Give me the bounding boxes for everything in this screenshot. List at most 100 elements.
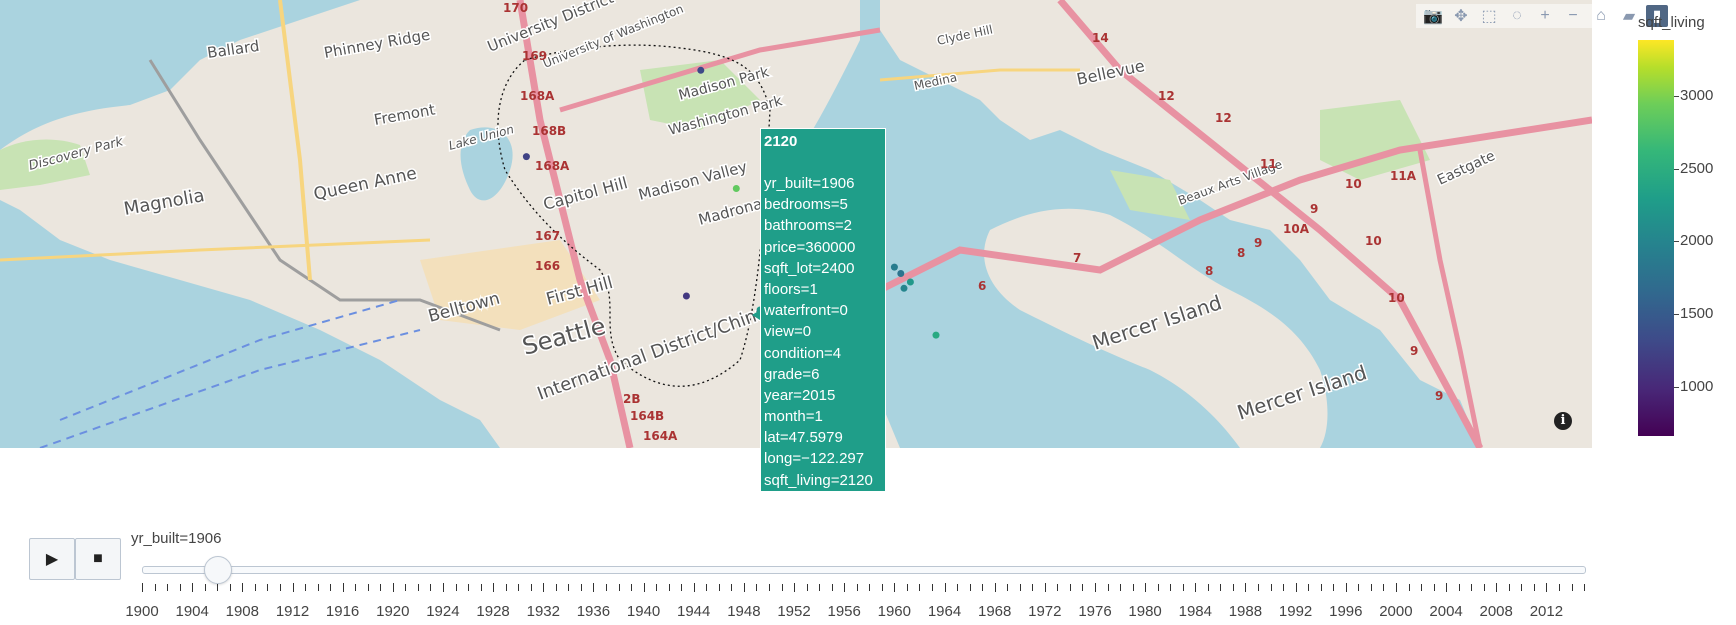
lasso-select-icon[interactable]: ◌	[1506, 5, 1528, 27]
slider-tick	[254, 584, 256, 591]
slider-tick	[668, 584, 670, 591]
house-marker[interactable]	[682, 292, 690, 300]
slider-tick-label[interactable]: 1956	[828, 603, 861, 620]
slider-tick-label[interactable]: 1932	[527, 603, 560, 620]
slider-tick	[480, 584, 482, 591]
slider-tick	[1107, 584, 1109, 591]
tooltip-line: bathrooms=2	[764, 217, 852, 235]
zoom-in-icon[interactable]: +	[1534, 5, 1556, 27]
slider-tick-label[interactable]: 1908	[226, 603, 259, 620]
hover-toggle-icon[interactable]: ▰	[1618, 5, 1640, 27]
slider-tick	[317, 584, 319, 591]
slider-tick-label[interactable]: 1980	[1128, 603, 1161, 620]
slider-tick-label[interactable]: 1964	[928, 603, 961, 620]
slider-tick	[142, 583, 143, 592]
slider-tick-label[interactable]: 1940	[627, 603, 660, 620]
tooltip-line: yr_built=1906	[764, 175, 855, 192]
house-marker[interactable]	[890, 263, 898, 271]
slider-tick	[279, 584, 281, 591]
road-label: 168A	[535, 159, 570, 173]
house-marker[interactable]	[697, 66, 705, 74]
slider-tick-label[interactable]: 1928	[476, 603, 509, 620]
slider-tick	[881, 584, 883, 591]
slider-tick	[380, 584, 382, 591]
slider-tick	[204, 584, 206, 591]
colorbar-tick: 1000	[1673, 378, 1714, 395]
slider-tick	[1345, 583, 1347, 592]
road-label: 168A	[520, 89, 555, 103]
slider-tick	[957, 584, 958, 591]
box-select-icon[interactable]: ⬚	[1478, 5, 1500, 27]
tooltip-line: sqft_living=2120	[764, 471, 873, 489]
road-label: 170	[503, 1, 528, 15]
tooltip-line: price=360000	[764, 238, 856, 256]
stop-button[interactable]: ■	[75, 538, 121, 580]
slider-tick-label[interactable]: 1952	[777, 603, 810, 620]
slider-tick	[568, 584, 570, 591]
slider-tick-label[interactable]: 1924	[426, 603, 459, 620]
house-marker[interactable]	[897, 270, 905, 277]
slider-tick	[631, 584, 632, 591]
slider-tick	[1320, 584, 1322, 591]
house-marker[interactable]	[906, 278, 914, 286]
road-label: 168B	[532, 124, 566, 138]
slider-tick	[1132, 584, 1134, 591]
slider-tick	[292, 583, 294, 592]
slider-tick-label[interactable]: 1920	[376, 603, 409, 620]
tooltip-line: lat=47.5979	[764, 429, 843, 447]
slider-tick	[906, 584, 908, 591]
slider-tick-label[interactable]: 1936	[577, 603, 610, 620]
colorbar-tick: 3000	[1673, 87, 1714, 104]
slider-tick-label[interactable]: 2012	[1530, 603, 1563, 620]
camera-icon[interactable]: 📷	[1422, 5, 1444, 27]
slider-tick-label[interactable]: 1988	[1229, 603, 1262, 620]
slider-tick-label[interactable]: 1968	[978, 603, 1011, 620]
slider-tick	[493, 583, 495, 592]
slider-tick	[543, 583, 545, 592]
slider-tick-label[interactable]: 1996	[1329, 603, 1362, 620]
road-label: 9	[1410, 344, 1418, 358]
slider-tick-label[interactable]: 1972	[1028, 603, 1061, 620]
slider-tick	[605, 584, 607, 591]
slider-tick-label[interactable]: 1948	[727, 603, 760, 620]
slider-tick	[1584, 584, 1585, 591]
slider-tick	[455, 584, 457, 591]
slider-tick-label[interactable]: 1976	[1078, 603, 1111, 620]
attribution-info-icon[interactable]: i	[1554, 412, 1572, 430]
slider-tick-label[interactable]: 2004	[1429, 603, 1462, 620]
house-marker[interactable]	[732, 185, 740, 192]
slider-tick-label[interactable]: 1944	[677, 603, 710, 620]
pan-icon[interactable]: ✥	[1450, 5, 1472, 27]
slider-tick-label[interactable]: 1900	[125, 603, 158, 620]
slider-tick	[1571, 584, 1573, 591]
zoom-out-icon[interactable]: −	[1562, 5, 1584, 27]
slider-tick-label[interactable]: 1904	[176, 603, 209, 620]
slider-tick-label[interactable]: 2008	[1480, 603, 1513, 620]
play-button[interactable]: ▶	[29, 538, 75, 580]
slider-tick-label[interactable]: 1912	[276, 603, 309, 620]
tooltip-line: month=1	[764, 408, 823, 426]
colorbar-title: sqft_living	[1638, 14, 1705, 31]
slider-tick-label[interactable]: 1984	[1179, 603, 1212, 620]
slider-tick	[1333, 584, 1335, 591]
slider-tick	[580, 584, 582, 591]
road-label: 6	[978, 279, 986, 293]
slider-tick-label[interactable]: 1992	[1279, 603, 1312, 620]
slider-tick	[154, 584, 156, 591]
home-icon[interactable]: ⌂	[1590, 5, 1612, 27]
house-marker[interactable]	[932, 331, 940, 339]
slider-tick-label[interactable]: 1960	[878, 603, 911, 620]
slider-tick	[856, 584, 858, 591]
slider-tick	[1170, 584, 1172, 591]
slider-tick-label[interactable]: 2000	[1379, 603, 1412, 620]
slider-tick-label[interactable]: 1916	[326, 603, 359, 620]
slider-tick	[1007, 584, 1009, 591]
slider-tick	[1069, 584, 1071, 591]
road-label: 169	[522, 49, 547, 63]
slider-tick	[229, 584, 231, 591]
road-label: 166	[535, 259, 560, 273]
house-marker[interactable]	[900, 284, 908, 292]
slider-rail[interactable]	[142, 566, 1586, 574]
house-marker[interactable]	[522, 153, 530, 161]
tooltip-line: grade=6	[764, 365, 820, 383]
